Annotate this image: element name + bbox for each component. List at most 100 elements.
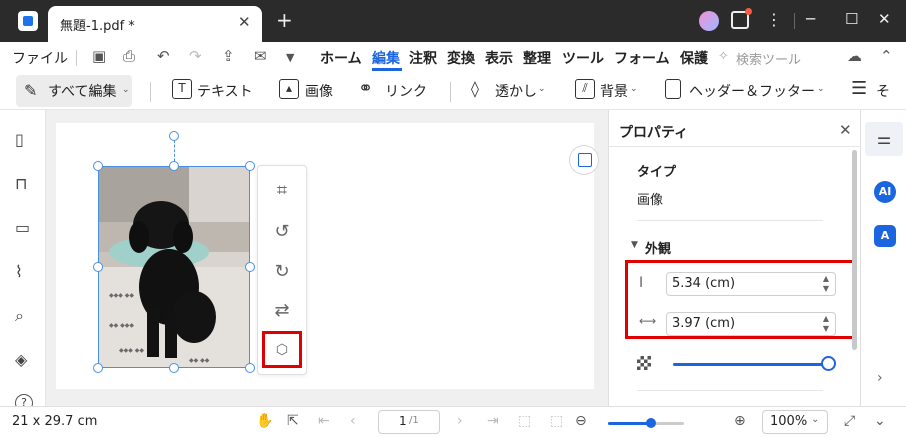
replace-image-icon[interactable]: ⇄	[271, 300, 293, 322]
zoom-in-icon[interactable]: ⊕	[734, 413, 746, 429]
opacity-icon	[637, 356, 651, 370]
tab-convert[interactable]: 変換	[447, 48, 475, 68]
menu-bar: ファイル ▣ ⎙ ↶ ↷ ⇪ ✉ ▼ ホーム 編集 注釈 変換 表示 整理 ツー…	[0, 42, 906, 72]
mail-icon[interactable]: ✉	[254, 47, 267, 65]
tab-form[interactable]: フォーム	[614, 48, 670, 68]
link-button[interactable]: リンク	[385, 81, 427, 101]
selected-image[interactable]: ◆◆◆ ◆◆◆◆ ◆◆◆ ◆◆ ◆◆◆◆◆◆ ◆ ◆◆◆ ◆◆◆◆ ◆◆	[98, 166, 250, 368]
document-tab[interactable]: 無題-1.pdf * ✕	[48, 6, 262, 42]
background-button[interactable]: 背景	[600, 81, 628, 101]
next-page-icon[interactable]: ›	[457, 413, 463, 429]
chevron-down-icon: ⌄	[817, 84, 825, 94]
tab-protect[interactable]: 保護	[680, 48, 708, 68]
last-page-icon[interactable]: ⇥	[487, 413, 499, 429]
cloud-upload-icon[interactable]: ☁	[847, 47, 862, 65]
zoom-slider-handle[interactable]	[646, 418, 656, 428]
properties-toggle-icon[interactable]: ⚌	[865, 122, 903, 156]
text-button[interactable]: テキスト	[197, 81, 253, 101]
search-icon[interactable]: ⌕	[15, 306, 31, 325]
comment-icon[interactable]: ▭	[15, 218, 31, 237]
panel-divider	[637, 390, 823, 391]
close-tab-icon[interactable]: ✕	[238, 13, 251, 31]
close-window-button[interactable]: ✕	[878, 10, 891, 28]
page-number-input[interactable]: 1 /1	[378, 410, 440, 434]
more-tools-icon[interactable]: ☰	[851, 78, 867, 99]
highlight-box	[625, 260, 855, 339]
resize-handle-br[interactable]	[245, 363, 255, 373]
document-tab-title: 無題-1.pdf *	[60, 19, 135, 34]
print-icon[interactable]: ⎙	[123, 47, 135, 65]
save-icon[interactable]: ▣	[92, 47, 106, 65]
more-tools-label[interactable]: そ	[876, 81, 890, 101]
minimize-button[interactable]: ─	[806, 10, 815, 28]
image-floating-toolbar: ⌗ ↺ ↻ ⇄ ⬡	[257, 165, 307, 375]
redo-icon[interactable]: ↷	[189, 47, 202, 65]
collapse-ribbon-icon[interactable]: ⌃	[880, 47, 893, 65]
image-icon[interactable]: ▴	[279, 79, 299, 99]
panel-scrollbar[interactable]	[852, 150, 857, 350]
image-button[interactable]: 画像	[305, 81, 333, 101]
share-icon[interactable]: ⇪	[222, 47, 235, 65]
resize-handle-tr[interactable]	[245, 161, 255, 171]
fit-page-icon[interactable]: ⬚	[518, 413, 531, 429]
appearance-label[interactable]: 外観	[645, 238, 671, 257]
tab-organize[interactable]: 整理	[523, 48, 551, 68]
dropdown-icon[interactable]: ▼	[286, 51, 294, 64]
tab-home[interactable]: ホーム	[320, 48, 362, 68]
total-pages: /1	[409, 415, 419, 426]
search-tools-button[interactable]: 検索ツール	[736, 49, 801, 68]
collapse-status-icon[interactable]: ⌄	[874, 413, 886, 429]
chevron-right-icon[interactable]: ›	[877, 370, 883, 386]
opacity-slider[interactable]	[673, 363, 829, 366]
tab-tools[interactable]: ツール	[562, 48, 604, 68]
convert-to-word-icon[interactable]	[569, 145, 599, 175]
resize-handle-l[interactable]	[93, 262, 103, 272]
ai-assistant-icon[interactable]: AI	[874, 181, 896, 203]
svg-text:◆◆ ◆◆: ◆◆ ◆◆	[189, 357, 210, 364]
new-tab-button[interactable]: +	[276, 10, 293, 30]
rotate-right-icon[interactable]: ↻	[271, 261, 293, 283]
header-footer-button[interactable]: ヘッダー＆フッター	[689, 81, 815, 101]
toolbar-divider	[150, 82, 151, 102]
opacity-slider-handle[interactable]	[821, 356, 836, 371]
background-icon[interactable]: ⫽	[575, 79, 595, 99]
crop-icon[interactable]: ⌗	[271, 180, 293, 202]
prev-page-icon[interactable]: ‹	[350, 413, 356, 429]
hand-tool-icon[interactable]: ✋	[256, 413, 273, 429]
toolbar-divider	[450, 82, 451, 102]
bookmark-icon[interactable]: ⊓	[15, 174, 31, 193]
maximize-button[interactable]: ☐	[845, 10, 858, 28]
close-panel-icon[interactable]: ✕	[839, 121, 852, 139]
resize-handle-tl[interactable]	[93, 161, 103, 171]
layers-icon[interactable]: ◈	[15, 350, 31, 369]
text-icon[interactable]: T	[172, 79, 192, 99]
collapse-caret-icon[interactable]: ▼	[631, 240, 638, 250]
translate-icon[interactable]: A	[874, 225, 896, 247]
zoom-out-icon[interactable]: ⊖	[575, 413, 587, 429]
page-thumbnail-icon[interactable]: ▯	[15, 130, 31, 149]
watermark-button[interactable]: 透かし	[495, 81, 537, 101]
resize-handle-r[interactable]	[245, 262, 255, 272]
undo-icon[interactable]: ↶	[157, 47, 170, 65]
zoom-select[interactable]: 100% ⌄	[762, 410, 828, 434]
all-edit-button[interactable]: ✎ すべて編集 ⌄	[16, 75, 132, 107]
attachment-icon[interactable]: ⌇	[15, 262, 31, 281]
watermark-icon[interactable]: ◊	[471, 79, 479, 98]
tab-view[interactable]: 表示	[485, 48, 513, 68]
rotate-left-icon[interactable]: ↺	[271, 221, 293, 243]
more-options-icon[interactable]: ⋮	[766, 10, 782, 29]
select-tool-icon[interactable]: ⇱	[287, 413, 299, 429]
file-menu[interactable]: ファイル	[12, 48, 68, 68]
fullscreen-icon[interactable]: ⤢	[844, 413, 855, 429]
resize-handle-b[interactable]	[169, 363, 179, 373]
fit-width-icon[interactable]: ⬚	[550, 413, 563, 429]
link-icon[interactable]: ⚭	[358, 78, 373, 99]
resize-handle-t[interactable]	[169, 161, 179, 171]
avatar[interactable]	[699, 11, 719, 31]
rotate-handle[interactable]	[169, 131, 179, 141]
resize-handle-bl[interactable]	[93, 363, 103, 373]
tab-annotate[interactable]: 注釈	[409, 48, 437, 68]
first-page-icon[interactable]: ⇤	[318, 413, 330, 429]
header-footer-icon[interactable]	[665, 79, 681, 99]
tab-edit[interactable]: 編集	[372, 48, 400, 68]
